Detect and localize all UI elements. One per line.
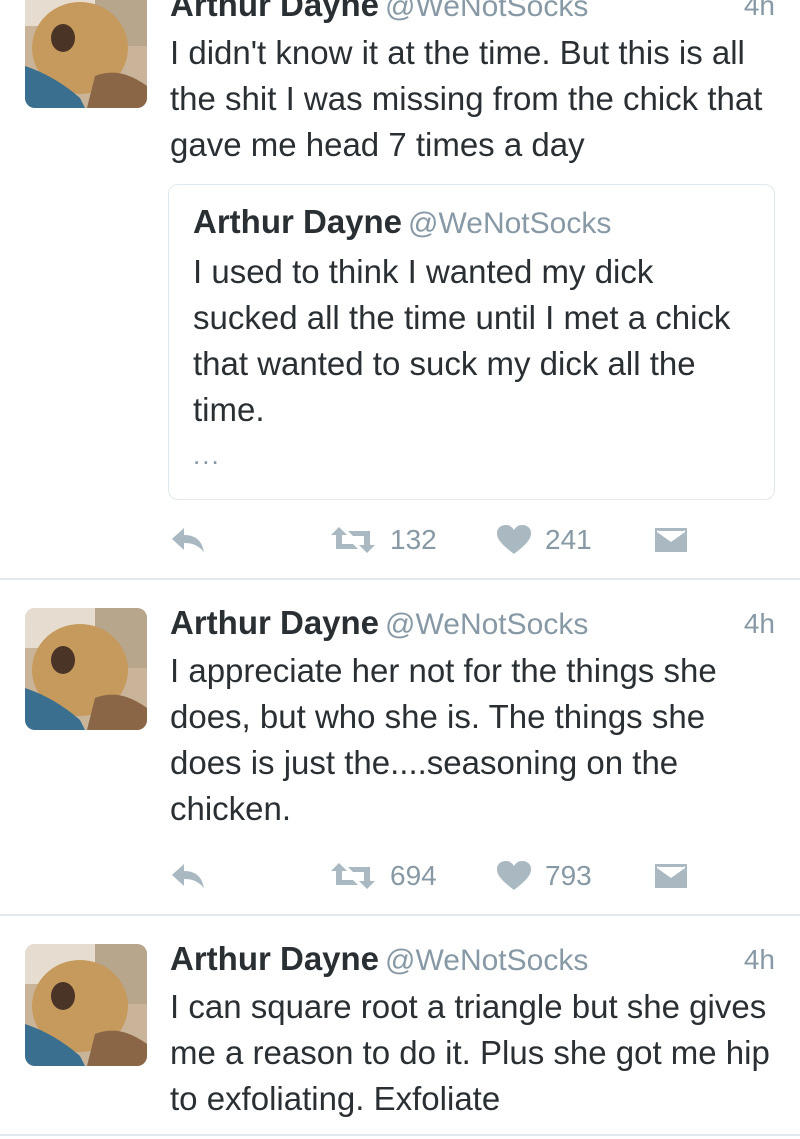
avatar-photo — [25, 608, 147, 730]
avatar-photo — [25, 0, 147, 108]
author-name[interactable]: Arthur Dayne — [170, 940, 379, 977]
tweet[interactable]: Arthur Dayne @WeNotSocks 4h I didn't know… — [0, 0, 800, 578]
like-button[interactable]: 793 — [497, 856, 592, 896]
quoted-tweet-text: I used to think I wanted my dick sucked … — [193, 253, 731, 428]
retweet-button[interactable]: 694 — [330, 856, 437, 896]
direct-message-icon — [655, 864, 687, 888]
avatar[interactable] — [25, 944, 147, 1066]
author-handle[interactable]: @WeNotSocks — [385, 608, 588, 641]
avatar[interactable] — [25, 608, 147, 730]
author-handle[interactable]: @WeNotSocks — [385, 0, 588, 23]
tweet-timestamp[interactable]: 4h — [744, 608, 775, 640]
like-button[interactable]: 241 — [497, 520, 592, 560]
heart-icon — [497, 525, 531, 554]
reply-button[interactable] — [170, 520, 206, 560]
tweet-actions: 132 241 — [0, 520, 800, 560]
retweet-button[interactable]: 132 — [330, 520, 437, 560]
quoted-author-handle: @WeNotSocks — [408, 207, 612, 240]
like-count: 793 — [545, 860, 592, 891]
reply-icon — [172, 528, 204, 552]
retweet-icon — [331, 863, 375, 889]
quoted-author-name: Arthur Dayne — [193, 203, 403, 240]
tweet-timestamp[interactable]: 4h — [744, 0, 775, 22]
retweet-icon — [331, 527, 375, 553]
reply-button[interactable] — [170, 856, 206, 896]
author-handle[interactable]: @WeNotSocks — [385, 944, 588, 977]
quoted-ellipsis: ... — [193, 440, 221, 470]
avatar-photo — [25, 944, 147, 1066]
direct-message-button[interactable] — [655, 856, 687, 896]
direct-message-button[interactable] — [655, 520, 687, 560]
tweet-divider — [0, 1134, 800, 1136]
tweet-timestamp[interactable]: 4h — [744, 944, 775, 976]
tweet-text: I didn't know it at the time. But this i… — [170, 34, 763, 163]
heart-icon — [497, 861, 531, 890]
retweet-count: 132 — [390, 524, 437, 555]
reply-icon — [172, 864, 204, 888]
tweet-text: I can square root a triangle but she giv… — [170, 988, 770, 1117]
retweet-count: 694 — [390, 860, 437, 891]
avatar[interactable] — [25, 0, 147, 108]
author-name[interactable]: Arthur Dayne — [170, 604, 379, 641]
direct-message-icon — [655, 528, 687, 552]
tweet-text: I appreciate her not for the things she … — [170, 652, 717, 827]
tweet[interactable]: Arthur Dayne @WeNotSocks 4h I can square … — [0, 916, 800, 1139]
tweet[interactable]: Arthur Dayne @WeNotSocks 4h I appreciate … — [0, 580, 800, 914]
author-name[interactable]: Arthur Dayne — [170, 0, 379, 23]
quoted-tweet[interactable]: Arthur Dayne @WeNotSocks I used to think … — [168, 184, 775, 500]
like-count: 241 — [545, 524, 592, 555]
tweet-actions: 694 793 — [0, 856, 800, 896]
